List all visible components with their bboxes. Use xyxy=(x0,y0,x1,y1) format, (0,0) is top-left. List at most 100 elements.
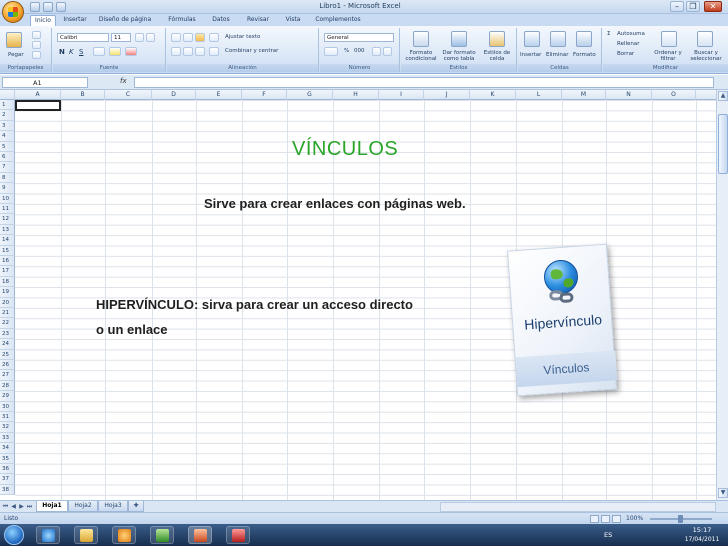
taskbar-powerpoint-icon[interactable] xyxy=(188,526,212,544)
row-header[interactable]: 11 xyxy=(0,204,15,215)
row-header[interactable]: 25 xyxy=(0,349,15,360)
save-icon[interactable] xyxy=(30,2,40,12)
cell-styles-icon[interactable] xyxy=(489,31,505,47)
name-box[interactable]: A1 xyxy=(2,77,88,88)
delete-cells-button[interactable]: Eliminar xyxy=(546,52,569,58)
tab-diseno[interactable]: Diseño de página xyxy=(92,15,158,26)
normal-view-icon[interactable] xyxy=(590,515,599,523)
tab-insertar[interactable]: Insertar xyxy=(60,15,90,26)
autosum-button[interactable]: Autosuma xyxy=(617,31,645,37)
taskbar-media-icon[interactable] xyxy=(112,526,136,544)
formula-input[interactable] xyxy=(134,77,714,88)
scroll-up-icon[interactable]: ▲ xyxy=(718,91,728,101)
sheet-tab-hoja2[interactable]: Hoja2 xyxy=(68,501,98,512)
row-header[interactable]: 14 xyxy=(0,235,15,246)
row-header[interactable]: 16 xyxy=(0,256,15,267)
new-sheet-icon[interactable]: ✚ xyxy=(128,501,144,512)
column-header[interactable]: E xyxy=(196,90,242,100)
row-header[interactable]: 30 xyxy=(0,401,15,412)
row-header[interactable]: 33 xyxy=(0,432,15,444)
column-header[interactable]: H xyxy=(333,90,379,100)
row-header[interactable]: 35 xyxy=(0,453,15,464)
row-header[interactable]: 27 xyxy=(0,370,15,381)
undo-icon[interactable] xyxy=(43,2,53,12)
zoom-slider-handle[interactable] xyxy=(678,515,683,523)
row-header[interactable]: 19 xyxy=(0,287,15,298)
column-header[interactable]: A xyxy=(15,90,61,100)
merge-center-button[interactable]: Combinar y centrar xyxy=(225,48,278,54)
minimize-button[interactable]: – xyxy=(670,1,684,12)
bold-button[interactable]: N xyxy=(59,48,65,56)
increase-decimal-icon[interactable] xyxy=(372,47,381,56)
row-header[interactable]: 9 xyxy=(0,183,15,194)
row-header[interactable]: 29 xyxy=(0,391,15,402)
sort-filter-button[interactable]: Ordenar y filtrar xyxy=(651,50,685,62)
page-break-view-icon[interactable] xyxy=(612,515,621,523)
conditional-format-button[interactable]: Formato condicional xyxy=(403,50,439,62)
row-header[interactable]: 37 xyxy=(0,474,15,485)
clock-date[interactable]: 17/04/2011 xyxy=(682,536,722,543)
sheet-tab-hoja3[interactable]: Hoja3 xyxy=(98,501,128,512)
delete-cells-icon[interactable] xyxy=(550,31,566,47)
column-header[interactable]: L xyxy=(516,90,562,100)
column-header[interactable]: J xyxy=(424,90,470,100)
column-header[interactable]: G xyxy=(287,90,333,100)
clock-time[interactable]: 15:17 xyxy=(682,526,722,534)
row-header[interactable]: 26 xyxy=(0,360,15,371)
page-layout-view-icon[interactable] xyxy=(601,515,610,523)
zoom-level[interactable]: 100% xyxy=(626,515,643,522)
row-header[interactable]: 10 xyxy=(0,193,15,204)
active-cell[interactable] xyxy=(15,100,61,111)
tab-datos[interactable]: Datos xyxy=(208,15,234,26)
scroll-thumb[interactable] xyxy=(718,114,728,174)
row-header[interactable]: 15 xyxy=(0,245,15,256)
next-sheet-icon[interactable]: ▶ xyxy=(18,502,25,511)
row-header[interactable]: 17 xyxy=(0,266,15,277)
fill-color-icon[interactable] xyxy=(109,47,121,56)
autosum-icon[interactable]: Σ xyxy=(607,31,610,37)
find-select-button[interactable]: Buscar y seleccionar xyxy=(687,50,725,62)
indent-icon[interactable] xyxy=(209,47,219,56)
find-select-icon[interactable] xyxy=(697,31,713,47)
language-indicator[interactable]: ES xyxy=(604,531,612,539)
close-button[interactable]: ✕ xyxy=(704,1,722,12)
tab-vista[interactable]: Vista xyxy=(280,15,306,26)
italic-button[interactable]: K xyxy=(69,48,74,56)
insert-cells-button[interactable]: Insertar xyxy=(520,52,541,58)
prev-sheet-icon[interactable]: ◀ xyxy=(10,502,17,511)
insert-function-icon[interactable]: fx xyxy=(120,77,127,85)
align-middle-icon[interactable] xyxy=(183,33,193,42)
borders-icon[interactable] xyxy=(93,47,105,56)
tab-inicio[interactable]: Inicio xyxy=(30,15,56,26)
tab-formulas[interactable]: Fórmulas xyxy=(164,15,200,26)
format-cells-icon[interactable] xyxy=(576,31,592,47)
row-header[interactable]: 7 xyxy=(0,162,15,173)
align-left-icon[interactable] xyxy=(171,47,181,56)
select-all-corner[interactable] xyxy=(0,90,15,100)
column-header[interactable]: D xyxy=(152,90,196,100)
sheet-tab-hoja1[interactable]: Hoja1 xyxy=(36,501,68,512)
column-header[interactable]: M xyxy=(562,90,606,100)
row-header[interactable]: 2 xyxy=(0,110,15,121)
row-header[interactable]: 21 xyxy=(0,308,15,319)
row-header[interactable]: 23 xyxy=(0,328,15,340)
restore-button[interactable]: ❐ xyxy=(686,1,700,12)
tab-complementos[interactable]: Complementos xyxy=(312,15,364,26)
font-color-icon[interactable] xyxy=(125,47,137,56)
row-header[interactable]: 38 xyxy=(0,484,15,496)
column-header[interactable]: I xyxy=(379,90,424,100)
align-center-icon[interactable] xyxy=(183,47,193,56)
column-header[interactable]: N xyxy=(606,90,652,100)
horizontal-scrollbar[interactable] xyxy=(440,502,716,512)
row-header[interactable]: 6 xyxy=(0,152,15,163)
paste-icon[interactable] xyxy=(6,32,22,48)
taskbar-acrobat-icon[interactable] xyxy=(226,526,250,544)
currency-icon[interactable] xyxy=(324,47,338,56)
taskbar-excel-icon[interactable] xyxy=(150,526,174,544)
align-top-icon[interactable] xyxy=(171,33,181,42)
last-sheet-icon[interactable]: ⏭ xyxy=(26,502,33,511)
row-header[interactable]: 1 xyxy=(0,100,15,111)
conditional-format-icon[interactable] xyxy=(413,31,429,47)
fill-button[interactable]: Rellenar xyxy=(617,41,640,47)
wrap-text-button[interactable]: Ajustar texto xyxy=(225,34,260,40)
